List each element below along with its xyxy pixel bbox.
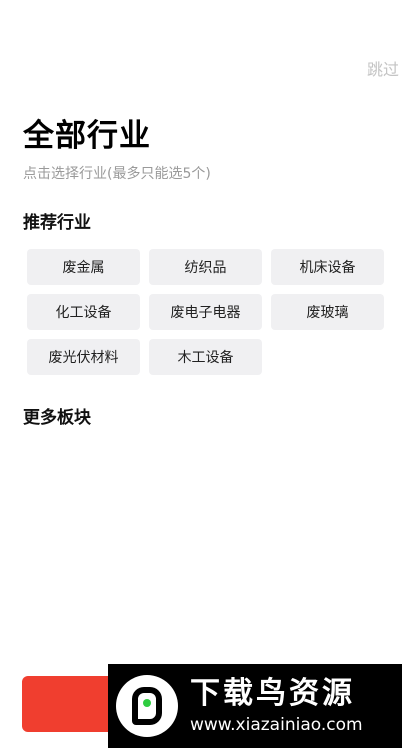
industry-tag[interactable]: 废金属: [27, 249, 140, 285]
bird-logo-icon: [116, 675, 178, 737]
watermark-url: www.xiazainiao.com: [190, 715, 363, 735]
watermark-title: 下载鸟资源: [190, 676, 355, 711]
page-subtitle: 点击选择行业(最多只能选5个): [23, 166, 211, 182]
industry-tag[interactable]: 纺织品: [149, 249, 262, 285]
section-title-recommended: 推荐行业: [23, 213, 91, 233]
industry-tag[interactable]: 化工设备: [27, 294, 140, 330]
industry-tag[interactable]: 废玻璃: [271, 294, 384, 330]
page-title: 全部行业: [23, 118, 151, 154]
skip-button[interactable]: 跳过: [367, 56, 399, 80]
watermark-overlay: 下载鸟资源 www.xiazainiao.com: [108, 664, 402, 748]
industry-tag[interactable]: 机床设备: [271, 249, 384, 285]
industry-tag[interactable]: 废光伏材料: [27, 339, 140, 375]
industry-tag[interactable]: 木工设备: [149, 339, 262, 375]
industry-tag[interactable]: 废电子电器: [149, 294, 262, 330]
section-title-more: 更多板块: [23, 408, 91, 428]
recommended-industry-grid: 废金属 纺织品 机床设备 化工设备 废电子电器 废玻璃 废光伏材料 木工设备: [27, 249, 385, 375]
